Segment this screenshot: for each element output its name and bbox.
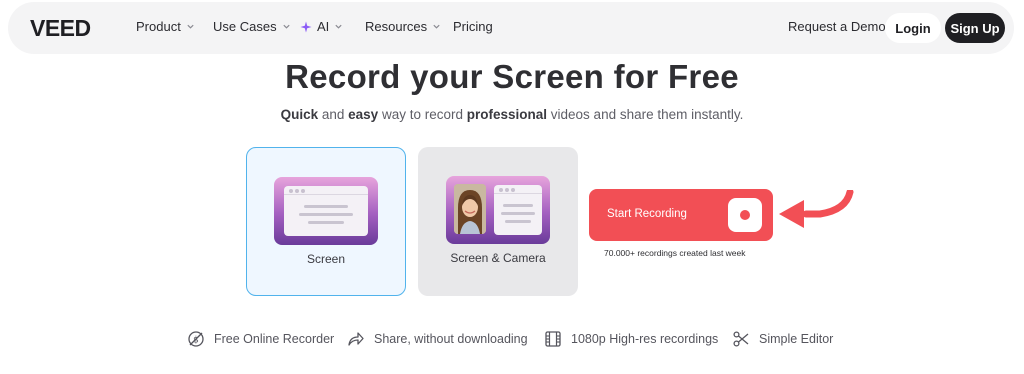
- sparkle-icon: [300, 21, 312, 32]
- subtitle-bold-professional: professional: [466, 107, 548, 122]
- signup-button[interactable]: Sign Up: [945, 13, 1005, 43]
- feature-item: $ Free Online Recorder: [187, 330, 334, 348]
- screen-camera-thumbnail: [446, 176, 550, 244]
- chevron-down-icon: [282, 24, 290, 29]
- feature-item: Simple Editor: [732, 330, 833, 348]
- nav-resources-label: Resources: [365, 19, 428, 34]
- mode-screen-card[interactable]: Screen: [246, 147, 406, 296]
- subtitle-text: and: [318, 107, 349, 122]
- window-illustration: [284, 186, 368, 236]
- person-avatar-illustration: [454, 184, 486, 234]
- film-icon: [545, 331, 561, 347]
- svg-text:VEED: VEED: [30, 16, 91, 40]
- nav-resources[interactable]: Resources: [365, 19, 441, 34]
- mode-screen-camera-card[interactable]: Screen & Camera: [418, 147, 578, 296]
- nav-use-cases-label: Use Cases: [213, 19, 277, 34]
- page-title: Record your Screen for Free: [285, 58, 739, 95]
- nav-pricing[interactable]: Pricing: [453, 19, 493, 34]
- recordings-count-text: 70.000+ recordings created last week: [604, 248, 746, 258]
- nav-product-label: Product: [136, 19, 181, 34]
- subtitle-bold-quick: Quick: [280, 107, 319, 122]
- start-recording-button[interactable]: Start Recording: [589, 189, 773, 241]
- subtitle-text: way to record: [378, 107, 467, 122]
- scissors-icon: [733, 331, 749, 347]
- chevron-down-icon: [187, 24, 194, 29]
- nav-ai[interactable]: AI: [300, 19, 343, 34]
- subtitle-text: videos and share them instantly.: [547, 107, 744, 122]
- chevron-down-icon: [335, 24, 342, 29]
- screen-thumbnail: [274, 177, 378, 245]
- start-recording-label: Start Recording: [607, 208, 687, 220]
- mode-screen-camera-label: Screen & Camera: [450, 251, 546, 265]
- no-cost-icon: $: [188, 331, 204, 347]
- window-illustration: [494, 185, 542, 235]
- login-button[interactable]: Login: [885, 13, 941, 43]
- veed-logo[interactable]: VEED: [30, 16, 116, 40]
- feature-label: Share, without downloading: [374, 332, 528, 346]
- subtitle-bold-easy: easy: [348, 107, 379, 122]
- feature-item: Share, without downloading: [347, 330, 528, 348]
- feature-label: Free Online Recorder: [214, 332, 335, 346]
- nav-pricing-label: Pricing: [453, 19, 493, 34]
- nav-ai-label: AI: [317, 19, 330, 34]
- record-dot-icon: [728, 198, 762, 232]
- page-subtitle: Quick and easy way to record professiona…: [0, 107, 1024, 122]
- feature-label: Simple Editor: [759, 332, 834, 346]
- feature-item: 1080p High-res recordings: [544, 330, 718, 348]
- top-nav: VEED Product Use Cases AI Resources Pric…: [8, 2, 1014, 54]
- share-arrow-icon: [348, 332, 364, 346]
- pointer-arrow-icon: [779, 190, 854, 228]
- mode-screen-label: Screen: [306, 252, 346, 266]
- request-demo-link[interactable]: Request a Demo: [788, 19, 886, 34]
- chevron-down-icon: [433, 24, 440, 29]
- nav-use-cases[interactable]: Use Cases: [213, 19, 291, 34]
- nav-product[interactable]: Product: [136, 19, 195, 34]
- feature-label: 1080p High-res recordings: [571, 332, 719, 346]
- feature-list: $ Free Online Recorder Share, without do…: [0, 330, 1024, 350]
